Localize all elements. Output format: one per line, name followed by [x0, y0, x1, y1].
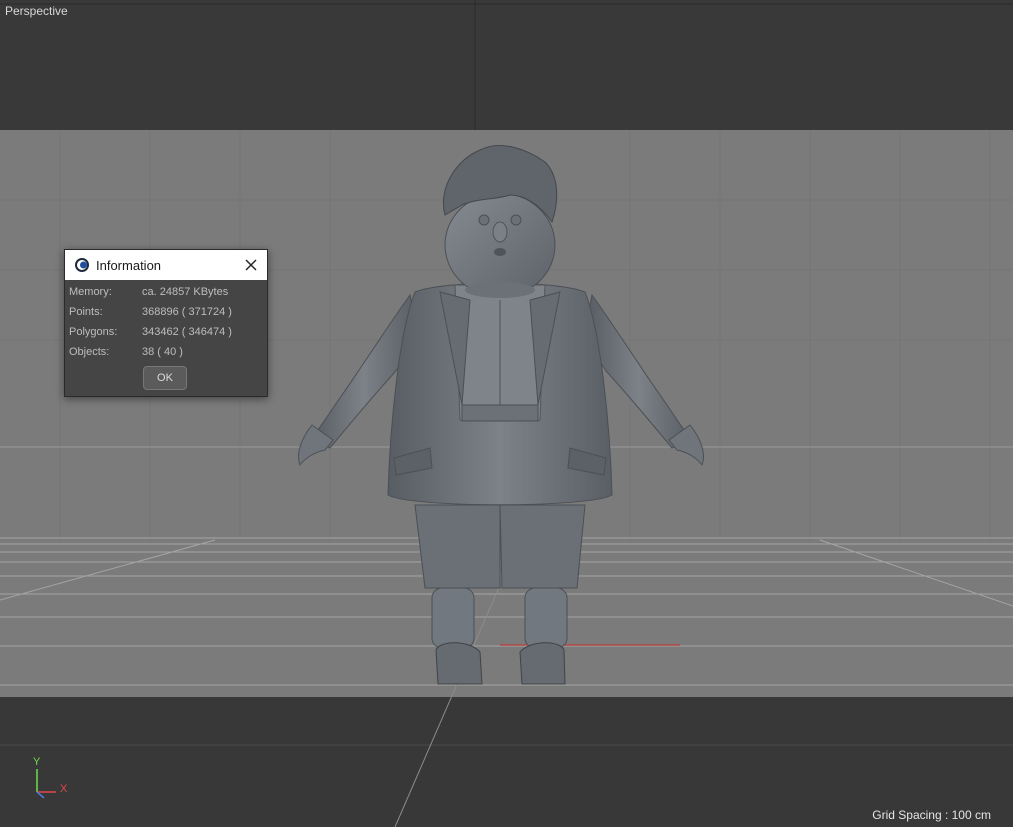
info-row-polygons: Polygons: 343462 ( 346474 ): [65, 326, 267, 346]
ok-button[interactable]: OK: [143, 366, 187, 390]
info-value: ca. 24857 KBytes: [142, 286, 229, 298]
close-icon: [245, 259, 257, 271]
info-label: Objects:: [69, 346, 110, 358]
information-dialog: Information Memory: ca. 24857 KBytes Poi…: [64, 249, 268, 397]
info-label: Points:: [69, 306, 103, 318]
info-rows: Memory: ca. 24857 KBytes Points: 368896 …: [65, 280, 267, 366]
axis-x-label: X: [60, 783, 68, 795]
cinema4d-logo-icon: [74, 257, 90, 273]
axis-y-label: Y: [33, 756, 41, 768]
close-button[interactable]: [241, 255, 261, 275]
info-value: 343462 ( 346474 ): [142, 326, 232, 338]
viewport-label: Perspective: [5, 4, 68, 18]
info-label: Polygons:: [69, 326, 118, 338]
dialog-title: Information: [96, 257, 162, 273]
info-value: 38 ( 40 ): [142, 346, 183, 358]
info-row-objects: Objects: 38 ( 40 ): [65, 346, 267, 366]
dialog-titlebar[interactable]: Information: [65, 250, 267, 280]
perspective-viewport[interactable]: Perspective Grid Spacing : 100 cm Y X: [0, 0, 1013, 827]
grid-spacing-label: Grid Spacing : 100 cm: [872, 808, 991, 822]
viewport-canvas: [0, 0, 1013, 827]
info-row-points: Points: 368896 ( 371724 ): [65, 306, 267, 326]
info-row-memory: Memory: ca. 24857 KBytes: [65, 286, 267, 306]
info-value: 368896 ( 371724 ): [142, 306, 232, 318]
info-label: Memory:: [69, 286, 112, 298]
